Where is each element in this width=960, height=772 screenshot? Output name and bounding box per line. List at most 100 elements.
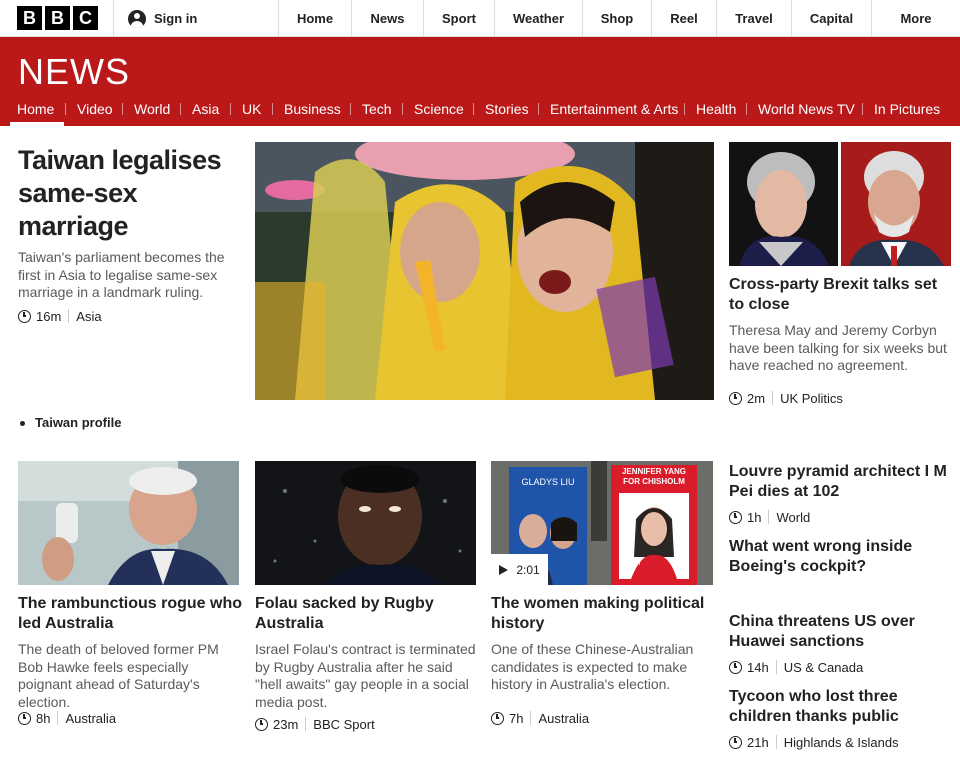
subnav-in-pictures[interactable]: In Pictures [874, 95, 940, 123]
subnav-business[interactable]: Business [284, 95, 341, 123]
subnav-tech[interactable]: Tech [362, 95, 392, 123]
related-link-taiwan-profile[interactable]: Taiwan profile [35, 415, 121, 430]
story-summary: The death of beloved former PM Bob Hawke… [18, 641, 219, 710]
news-logo[interactable]: NEWS [18, 51, 130, 93]
video-duration-badge[interactable]: 2:01 [491, 554, 548, 585]
topnav-weather[interactable]: Weather [495, 0, 583, 37]
right-meta: 14h US & Canada [729, 659, 863, 675]
poster-text: GLADYS LIU [521, 477, 574, 487]
video-duration: 2:01 [516, 562, 540, 577]
clock-icon [18, 711, 31, 725]
story-headline[interactable]: The women making political history [491, 594, 713, 634]
nav-divider [180, 103, 181, 115]
timestamp: 7h [509, 710, 524, 726]
right-headline[interactable]: Tycoon who lost three children thanks pu… [729, 687, 954, 727]
topnav-more[interactable]: More [872, 0, 960, 37]
nav-divider [402, 103, 403, 115]
story-meta: 8h Australia [18, 710, 116, 726]
nav-divider [538, 103, 539, 115]
nav-divider [272, 103, 273, 115]
section-nav: Home Video World Asia UK Business Tech S… [0, 95, 960, 126]
subnav-home[interactable]: Home [17, 95, 54, 123]
logo-letter: B [45, 6, 70, 30]
topnav-shop[interactable]: Shop [583, 0, 652, 37]
story-image-folau[interactable] [255, 461, 476, 585]
nav-divider [350, 103, 351, 115]
poster-text: JENNIFER YANG FOR CHISHOLM [621, 467, 687, 486]
timestamp: 23m [273, 716, 299, 732]
timestamp: 14h [747, 659, 769, 675]
active-nav-indicator [10, 122, 64, 126]
section-tag[interactable]: Australia [538, 711, 589, 726]
sign-in-button[interactable]: Sign in [113, 0, 279, 37]
side-story-headline[interactable]: Cross-party Brexit talks set to close [729, 275, 954, 315]
topnav-home[interactable]: Home [279, 0, 352, 37]
timestamp: 8h [36, 710, 51, 726]
subnav-health[interactable]: Health [696, 95, 736, 123]
nav-divider [65, 103, 66, 115]
top-bar: B B C Sign in Home News Sport Weather Sh… [0, 0, 960, 37]
subnav-asia[interactable]: Asia [192, 95, 219, 123]
subnav-entertainment-arts[interactable]: Entertainment & Arts [550, 95, 678, 123]
clock-icon [18, 309, 31, 323]
subnav-uk[interactable]: UK [242, 95, 261, 123]
side-story-summary: Theresa May and Jeremy Corbyn have been … [729, 322, 947, 373]
clock-icon [729, 510, 742, 524]
story-meta: 23m BBC Sport [255, 716, 375, 732]
nav-divider [122, 103, 123, 115]
right-headline[interactable]: Louvre pyramid architect I M Pei dies at… [729, 462, 954, 502]
lead-meta: 16m Asia [18, 308, 102, 324]
timestamp: 16m [36, 308, 62, 324]
section-tag[interactable]: Highlands & Islands [784, 735, 899, 750]
lead-headline[interactable]: Taiwan legalises same-sex marriage [18, 144, 233, 243]
topnav-capital[interactable]: Capital [792, 0, 872, 37]
right-meta: 1h World [729, 509, 810, 525]
story-headline[interactable]: Folau sacked by Rugby Australia [255, 594, 477, 634]
section-tag[interactable]: Australia [65, 711, 116, 726]
clock-icon [491, 711, 504, 725]
timestamp: 1h [747, 509, 762, 525]
logo-letter: B [17, 6, 42, 30]
section-tag[interactable]: BBC Sport [313, 717, 374, 732]
nav-divider [684, 103, 685, 115]
lead-summary: Taiwan's parliament becomes the first in… [18, 249, 225, 300]
story-headline[interactable]: The rambunctious rogue who led Australia [18, 594, 243, 634]
section-tag[interactable]: UK Politics [780, 391, 843, 406]
nav-divider [230, 103, 231, 115]
subnav-world[interactable]: World [134, 95, 170, 123]
bbc-logo[interactable]: B B C [17, 6, 98, 30]
topnav-news[interactable]: News [352, 0, 424, 37]
clock-icon [729, 735, 742, 749]
subnav-video[interactable]: Video [77, 95, 113, 123]
nav-divider [862, 103, 863, 115]
nav-divider [473, 103, 474, 115]
section-tag[interactable]: Asia [76, 309, 101, 324]
topnav-travel[interactable]: Travel [717, 0, 792, 37]
play-icon [499, 564, 509, 575]
side-story-image[interactable] [729, 142, 951, 266]
clock-icon [729, 391, 742, 405]
right-meta: 21h Highlands & Islands [729, 734, 899, 750]
section-tag[interactable]: World [776, 510, 810, 525]
clock-icon [729, 660, 742, 674]
nav-divider [746, 103, 747, 115]
clock-icon [255, 717, 268, 731]
sign-in-label: Sign in [154, 11, 198, 26]
subnav-world-news-tv[interactable]: World News TV [758, 95, 855, 123]
lead-image[interactable] [255, 142, 714, 400]
right-headline[interactable]: China threatens US over Huawei sanctions [729, 612, 954, 652]
poster-text: Labor [623, 560, 642, 567]
subnav-science[interactable]: Science [414, 95, 464, 123]
story-meta: 7h Australia [491, 710, 589, 726]
story-summary: Israel Folau's contract is terminated by… [255, 641, 476, 710]
story-summary: One of these Chinese-Australian candidat… [491, 641, 694, 692]
subnav-stories[interactable]: Stories [485, 95, 529, 123]
section-tag[interactable]: US & Canada [784, 660, 864, 675]
topnav-reel[interactable]: Reel [652, 0, 717, 37]
right-headline[interactable]: What went wrong inside Boeing's cockpit? [729, 537, 954, 577]
timestamp: 21h [747, 734, 769, 750]
side-story-meta: 2m UK Politics [729, 390, 843, 406]
story-image-hawke[interactable] [18, 461, 239, 585]
account-icon [128, 9, 146, 28]
topnav-sport[interactable]: Sport [424, 0, 495, 37]
